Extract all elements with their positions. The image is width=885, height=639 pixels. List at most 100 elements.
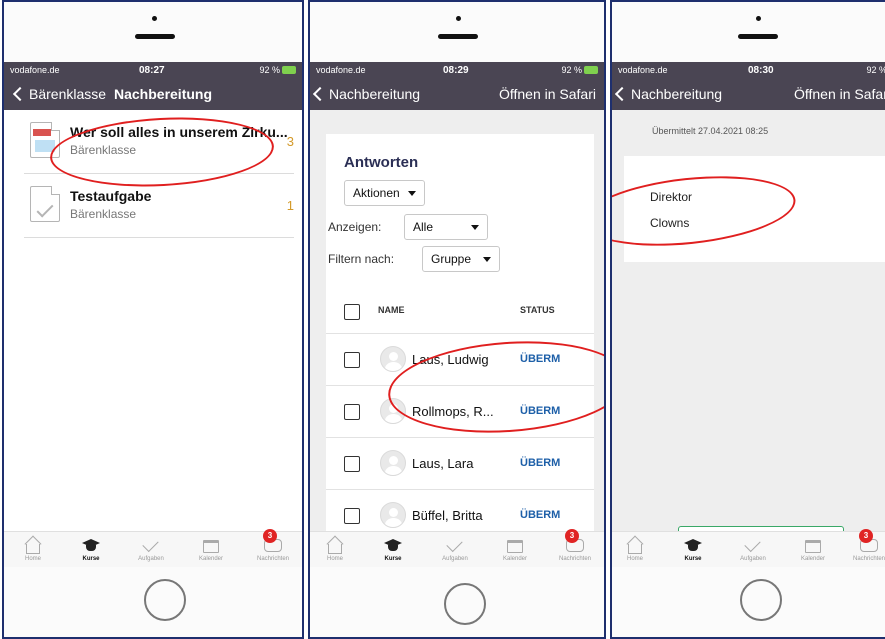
tab-nachrichten[interactable]: 3 Nachrichten (550, 529, 600, 562)
row-checkbox[interactable] (344, 508, 360, 524)
tab-kurse[interactable]: Kurse (66, 532, 116, 562)
battery-indicator: 92 % (259, 65, 296, 75)
answer-text: Direktor (650, 190, 693, 204)
home-icon (23, 535, 43, 555)
tab-nachrichten[interactable]: 3 Nachrichten (248, 529, 298, 562)
table-row[interactable]: Laus, Lara ÜBERM (326, 438, 594, 490)
list-item[interactable]: Testaufgabe Bärenklasse 1 (24, 174, 294, 238)
worksheet-icon (30, 122, 60, 158)
page-title: Nachbereitung (114, 86, 213, 102)
home-icon (325, 535, 345, 555)
student-name: Laus, Lara (412, 456, 474, 471)
answer-text: Clowns (650, 216, 690, 230)
message-badge: 3 (263, 529, 277, 543)
caret-down-icon (483, 256, 491, 262)
tab-home[interactable]: Home (310, 532, 360, 562)
actions-dropdown[interactable]: Aktionen (344, 180, 425, 206)
app-header: vodafone.de 08:27 92 % Bärenklasse Nachb… (4, 62, 302, 110)
student-name: Laus, Ludwig (412, 352, 489, 367)
caret-down-icon (407, 190, 416, 196)
phone-bottom-bezel (612, 567, 885, 637)
tab-aufgaben[interactable]: Aufgaben (430, 532, 480, 562)
select-all-checkbox[interactable] (344, 304, 360, 320)
item-count: 1 (286, 198, 294, 213)
submission-timestamp: Übermittelt 27.04.2021 08:25 (652, 126, 769, 136)
row-checkbox[interactable] (344, 456, 360, 472)
nav-bar: Nachbereitung Öffnen in Safari (310, 82, 604, 108)
nav-bar: Nachbereitung Öffnen in Safari (612, 82, 885, 108)
checkmark-icon (141, 535, 161, 555)
list-item[interactable]: Wer soll alles in unserem Zirku... Bären… (24, 110, 294, 174)
back-button[interactable]: Nachbereitung (312, 86, 420, 102)
phone-bottom-bezel (310, 567, 604, 637)
carrier-label: vodafone.de (316, 65, 366, 75)
chevron-left-icon (312, 86, 328, 102)
show-select[interactable]: Alle (404, 214, 488, 240)
submission-status: ÜBERM (520, 353, 561, 365)
submission-status: ÜBERM (520, 509, 561, 521)
tab-bar: Home Kurse Aufgaben Kalender 3 Nachrichte… (612, 529, 885, 567)
tab-home[interactable]: Home (612, 532, 660, 562)
submission-status: ÜBERM (520, 405, 561, 417)
home-button[interactable] (740, 579, 782, 621)
table-header: NAME STATUS (326, 284, 594, 334)
column-name: NAME (378, 305, 405, 315)
phone-bottom-bezel (4, 567, 302, 637)
battery-icon (282, 66, 296, 74)
chat-bubble-icon: 3 (565, 529, 585, 555)
student-name: Büffel, Britta (412, 508, 483, 523)
answers-view: Antworten Aktionen Anzeigen: Alle Filter… (310, 110, 604, 553)
speaker-icon (438, 34, 478, 39)
tab-aufgaben[interactable]: Aufgaben (728, 532, 778, 562)
tab-bar: Home Kurse Aufgaben Kalender 3 Nachrichte… (310, 529, 604, 567)
nav-bar: Bärenklasse Nachbereitung (4, 82, 302, 108)
table-row[interactable]: Rollmops, R... ÜBERM (326, 386, 594, 438)
row-checkbox[interactable] (344, 404, 360, 420)
student-name: Rollmops, R... (412, 404, 494, 419)
item-subtitle: Bärenklasse (70, 143, 137, 157)
tab-home[interactable]: Home (8, 532, 58, 562)
item-title: Wer soll alles in unserem Zirku... (70, 124, 288, 140)
home-button[interactable] (444, 583, 486, 625)
tab-kurse[interactable]: Kurse (368, 532, 418, 562)
camera-icon (756, 16, 761, 21)
filter-select[interactable]: Gruppe (422, 246, 500, 272)
status-bar: vodafone.de 08:27 92 % (4, 64, 302, 78)
calendar-icon (803, 535, 823, 555)
chat-bubble-icon: 3 (263, 529, 283, 555)
item-title: Testaufgabe (70, 188, 152, 204)
tab-kurse[interactable]: Kurse (668, 532, 718, 562)
checkmark-icon (445, 535, 465, 555)
phone-top-bezel (4, 2, 302, 62)
message-badge: 3 (859, 529, 873, 543)
phone-top-bezel (310, 2, 604, 62)
checked-document-icon (30, 186, 60, 222)
open-in-safari-button[interactable]: Öffnen in Safari (499, 86, 596, 102)
phone-top-bezel (612, 2, 885, 62)
tab-kalender[interactable]: Kalender (490, 532, 540, 562)
clock: 08:27 (139, 65, 165, 76)
tab-bar: Home Kurse Aufgaben Kalender 3 Nachrichte… (4, 529, 302, 567)
status-bar: vodafone.de 08:29 92 % (310, 64, 604, 78)
open-in-safari-button[interactable]: Öffnen in Safari (794, 86, 885, 102)
tab-nachrichten[interactable]: 3 Nachrichten (844, 529, 885, 562)
graduation-cap-icon (383, 535, 403, 555)
tab-kalender[interactable]: Kalender (788, 532, 838, 562)
item-count: 3 (286, 134, 294, 149)
avatar-icon (380, 346, 406, 372)
back-button[interactable]: Nachbereitung (614, 86, 722, 102)
submission-status: ÜBERM (520, 457, 561, 469)
back-button[interactable]: Bärenklasse (12, 86, 106, 102)
home-button[interactable] (144, 579, 186, 621)
filter-label: Filtern nach: (328, 252, 395, 266)
back-label: Bärenklasse (29, 86, 107, 102)
tab-kalender[interactable]: Kalender (186, 532, 236, 562)
tab-aufgaben[interactable]: Aufgaben (126, 532, 176, 562)
answers-card: Antworten Aktionen Anzeigen: Alle Filter… (326, 134, 594, 553)
carrier-label: vodafone.de (10, 65, 60, 75)
row-checkbox[interactable] (344, 352, 360, 368)
phone-screen-1: vodafone.de 08:27 92 % Bärenklasse Nachb… (2, 0, 304, 639)
caret-down-icon (471, 224, 479, 230)
clock: 08:29 (443, 65, 469, 76)
table-row[interactable]: Laus, Ludwig ÜBERM (326, 334, 594, 386)
